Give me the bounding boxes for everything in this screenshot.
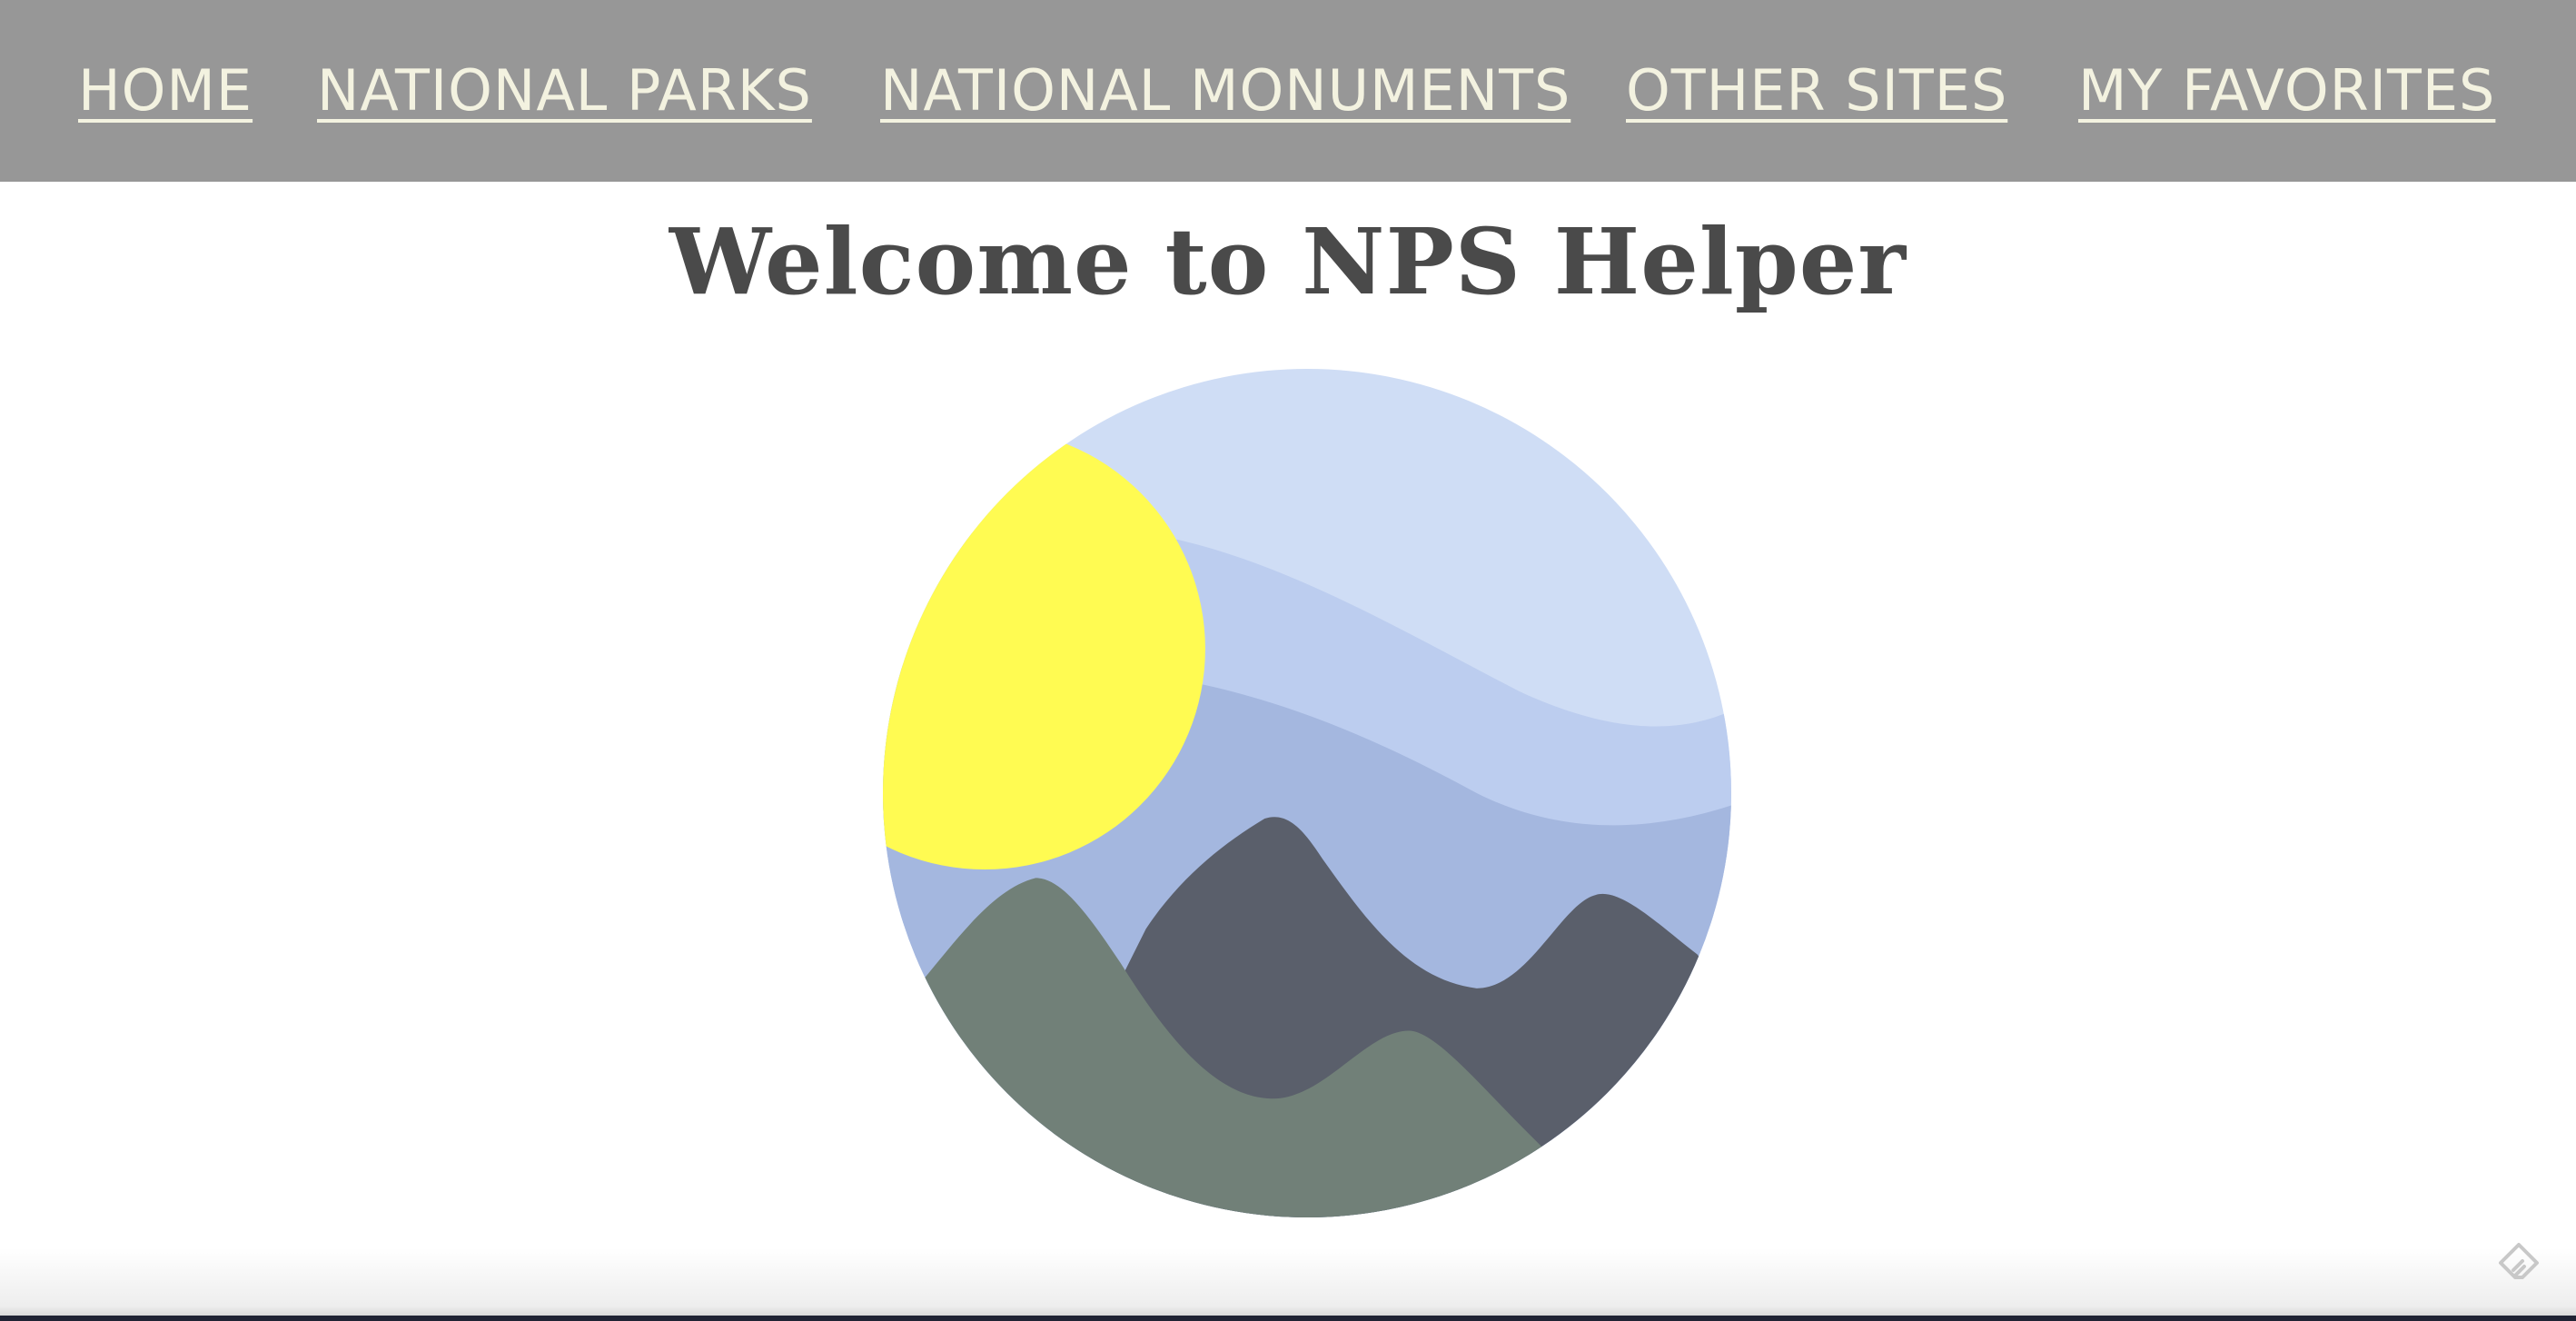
nav-link-my-favorites[interactable]: MY FAVORITES: [2078, 47, 2495, 134]
page-title: Welcome to NPS Helper: [669, 208, 1907, 315]
nav-link-national-monuments[interactable]: NATIONAL MONUMENTS: [880, 47, 1570, 134]
top-navigation-bar: HOME NATIONAL PARKS NATIONAL MONUMENTS O…: [0, 0, 2576, 182]
nav-link-national-parks[interactable]: NATIONAL PARKS: [317, 47, 812, 134]
feedly-icon[interactable]: [2493, 1237, 2544, 1288]
nav-link-other-sites[interactable]: OTHER SITES: [1626, 47, 2007, 134]
bottom-shadow: [0, 1248, 2576, 1321]
nav-link-home[interactable]: HOME: [78, 47, 253, 134]
bottom-edge: [0, 1316, 2576, 1321]
mountains-sun-landscape-icon: [883, 369, 1731, 1217]
